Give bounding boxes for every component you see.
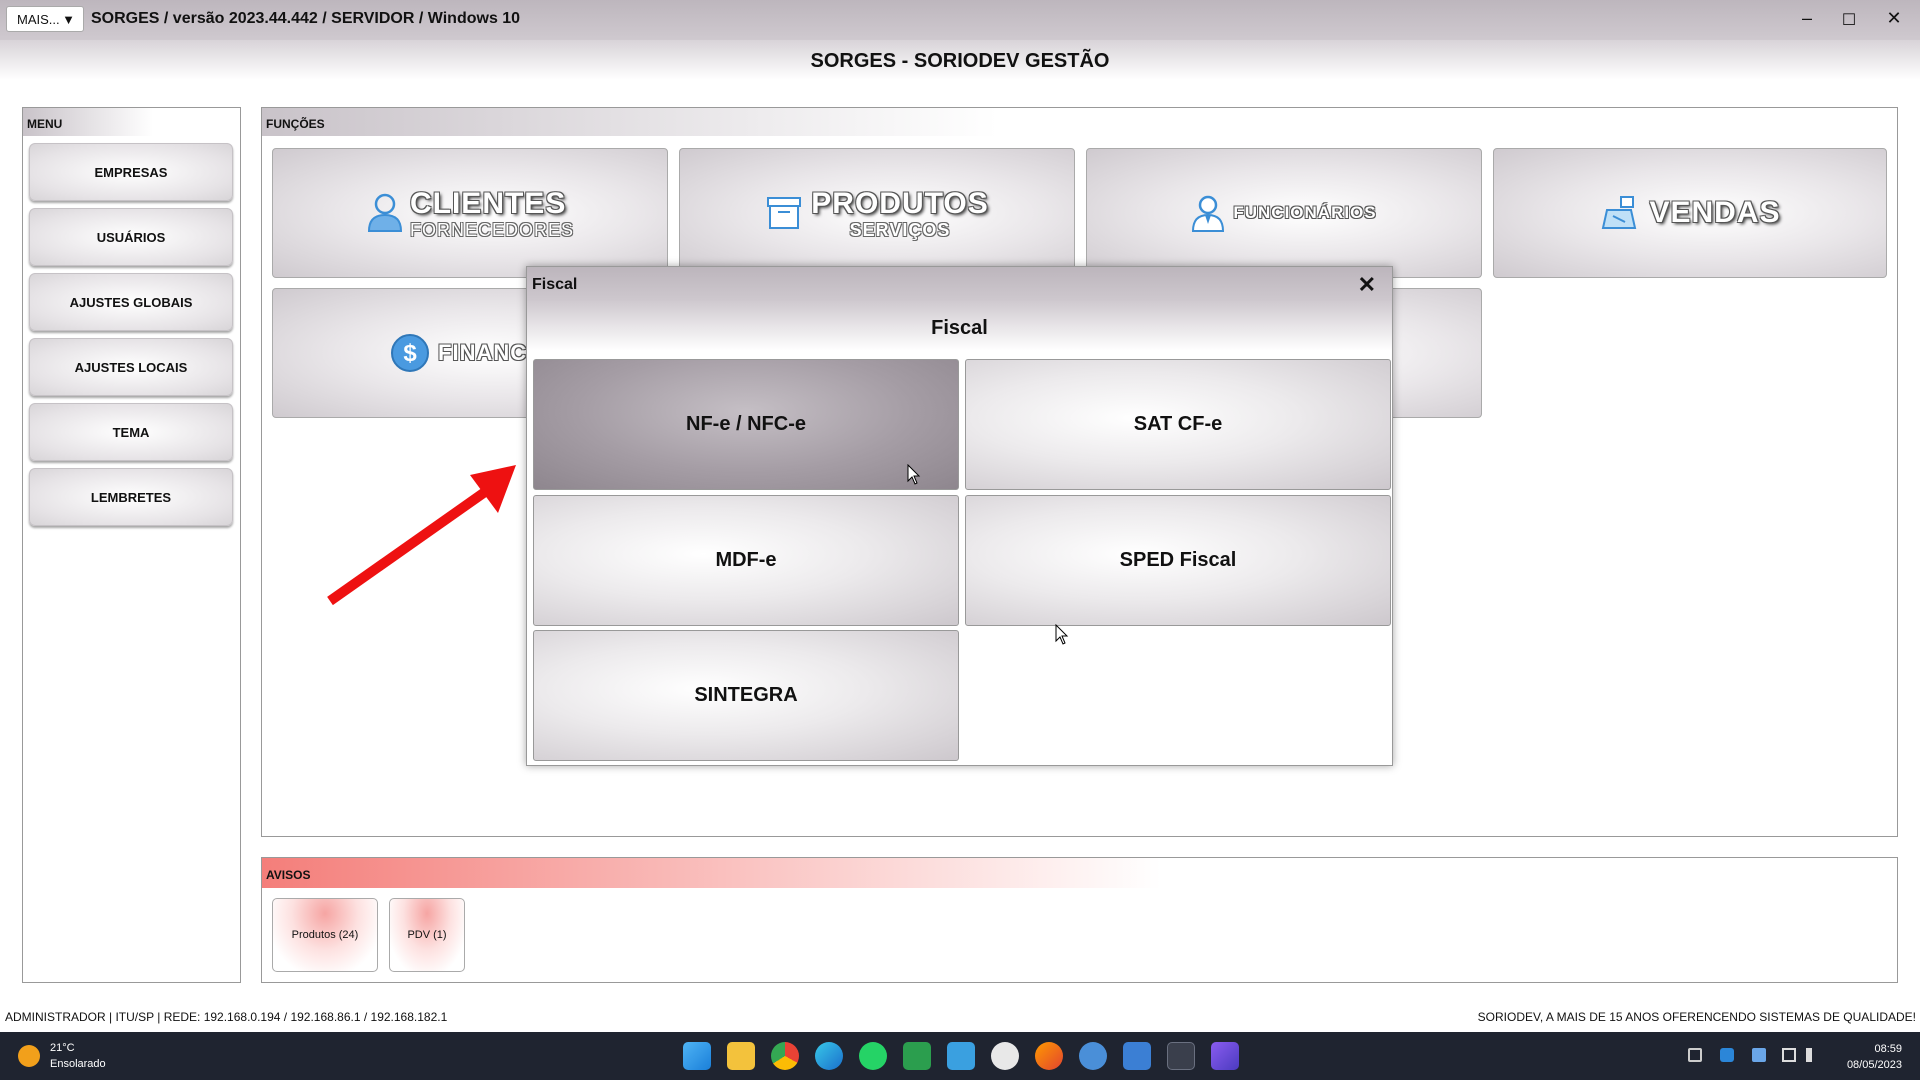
menu-tema-button[interactable]: TEMA xyxy=(29,403,233,461)
menu-panel: MENU EMPRESAS USUÁRIOS AJUSTES GLOBAIS A… xyxy=(22,107,241,983)
svg-text:$: $ xyxy=(403,340,417,367)
weather-temperature: 21°C xyxy=(50,1042,75,1054)
employee-icon xyxy=(1192,195,1225,232)
chrome-icon[interactable] xyxy=(771,1042,799,1070)
person-icon xyxy=(367,193,402,232)
clock[interactable]: 08:59 08/05/2023 xyxy=(1847,1041,1902,1073)
sintegra-button[interactable]: SINTEGRA xyxy=(533,630,959,761)
funcionarios-tile[interactable]: FUNCIONÁRIOS xyxy=(1086,148,1482,278)
mdfe-button[interactable]: MDF-e xyxy=(533,495,959,626)
produtos-subtitle: SERVIÇOS xyxy=(849,220,951,240)
clock-time: 08:59 xyxy=(1874,1043,1902,1055)
mouse-cursor-icon xyxy=(1055,624,1069,645)
mais-dropdown[interactable]: MAIS... ▼ xyxy=(6,6,84,32)
title-bar: MAIS... ▼ SORGES / versão 2023.44.442 / … xyxy=(0,0,1920,40)
video-editor-icon[interactable] xyxy=(1211,1042,1239,1070)
clientes-subtitle: FORNECEDORES xyxy=(409,220,574,240)
fiscal-dialog: Fiscal ✕ Fiscal NF-e / NFC-e SAT CF-e MD… xyxy=(526,266,1393,766)
avisos-panel: AVISOS Produtos (24) PDV (1) xyxy=(261,857,1898,983)
menu-ajustes-globais-button[interactable]: AJUSTES GLOBAIS xyxy=(29,273,233,331)
dropdown-arrow-icon: ▼ xyxy=(62,11,75,27)
minimize-button[interactable]: – xyxy=(1792,8,1822,32)
menu-empresas-button[interactable]: EMPRESAS xyxy=(29,143,233,201)
mouse-cursor-icon xyxy=(907,464,921,485)
dialog-close-button[interactable]: ✕ xyxy=(1358,272,1376,298)
whatsapp-icon[interactable] xyxy=(859,1042,887,1070)
app-icon[interactable] xyxy=(991,1042,1019,1070)
usb-icon[interactable] xyxy=(1688,1048,1702,1062)
clientes-tile[interactable]: CLIENTES FORNECEDORES xyxy=(272,148,668,278)
aviso-produtos-button[interactable]: Produtos (24) xyxy=(272,898,378,972)
volume-icon[interactable] xyxy=(1806,1048,1820,1062)
sorges-app-icon[interactable] xyxy=(1167,1042,1195,1070)
page-title: SORGES - SORIODEV GESTÃO xyxy=(810,50,1110,72)
window-title: SORGES / versão 2023.44.442 / SERVIDOR /… xyxy=(91,10,521,27)
status-user-network: ADMINISTRADOR | ITU/SP | REDE: 192.168.0… xyxy=(5,1010,448,1024)
taskbar: 21°C Ensolarado 08:59 08/05/2023 xyxy=(0,1032,1920,1080)
aviso-pdv-button[interactable]: PDV (1) xyxy=(389,898,465,972)
menu-usuarios-button[interactable]: USUÁRIOS xyxy=(29,208,233,266)
weather-widget[interactable]: 21°C Ensolarado xyxy=(18,1040,106,1072)
functions-label: FUNÇÕES xyxy=(262,108,1897,136)
funcionarios-title: FUNCIONÁRIOS xyxy=(1233,203,1377,222)
security-icon[interactable] xyxy=(1720,1048,1734,1062)
dialog-titlebar: Fiscal ✕ xyxy=(527,267,1392,301)
clientes-title: CLIENTES xyxy=(409,187,567,220)
firefox-icon[interactable] xyxy=(1035,1042,1063,1070)
dialog-window-title: Fiscal xyxy=(532,276,578,293)
remote-app-icon[interactable] xyxy=(947,1042,975,1070)
status-slogan: SORIODEV, A MAIS DE 15 ANOS OFERENCENDO … xyxy=(1477,1010,1916,1024)
produtos-title: PRODUTOS xyxy=(811,187,989,220)
produtos-tile[interactable]: PRODUTOS SERVIÇOS xyxy=(679,148,1075,278)
maximize-button[interactable]: ☐ xyxy=(1834,10,1864,34)
close-button[interactable]: ✕ xyxy=(1879,8,1909,32)
file-explorer-icon[interactable] xyxy=(727,1042,755,1070)
notepad-icon[interactable] xyxy=(1123,1042,1151,1070)
nfe-nfce-button[interactable]: NF-e / NFC-e xyxy=(533,359,959,490)
cash-register-icon xyxy=(1602,196,1637,229)
network-icon[interactable] xyxy=(1782,1048,1796,1062)
vendas-tile[interactable]: VENDAS xyxy=(1493,148,1887,278)
mais-label: MAIS... xyxy=(17,11,60,27)
menu-ajustes-locais-button[interactable]: AJUSTES LOCAIS xyxy=(29,338,233,396)
settings-icon[interactable] xyxy=(1079,1042,1107,1070)
menu-label: MENU xyxy=(23,108,240,136)
spreadsheet-icon[interactable] xyxy=(903,1042,931,1070)
edge-icon[interactable] xyxy=(815,1042,843,1070)
start-menu-icon[interactable] xyxy=(683,1042,711,1070)
sun-icon xyxy=(18,1045,40,1067)
box-icon xyxy=(767,197,802,229)
sped-fiscal-button[interactable]: SPED Fiscal xyxy=(965,495,1391,626)
annotation-arrow xyxy=(327,465,516,606)
sat-cfe-button[interactable]: SAT CF-e xyxy=(965,359,1391,490)
avisos-label: AVISOS xyxy=(262,858,1897,888)
cloud-icon[interactable] xyxy=(1752,1048,1766,1062)
clock-date: 08/05/2023 xyxy=(1846,1059,1902,1071)
weather-condition: Ensolarado xyxy=(50,1058,106,1070)
menu-lembretes-button[interactable]: LEMBRETES xyxy=(29,468,233,526)
dollar-icon: $ xyxy=(391,334,430,372)
vendas-title: VENDAS xyxy=(1649,196,1781,229)
dialog-heading: Fiscal xyxy=(931,317,988,339)
